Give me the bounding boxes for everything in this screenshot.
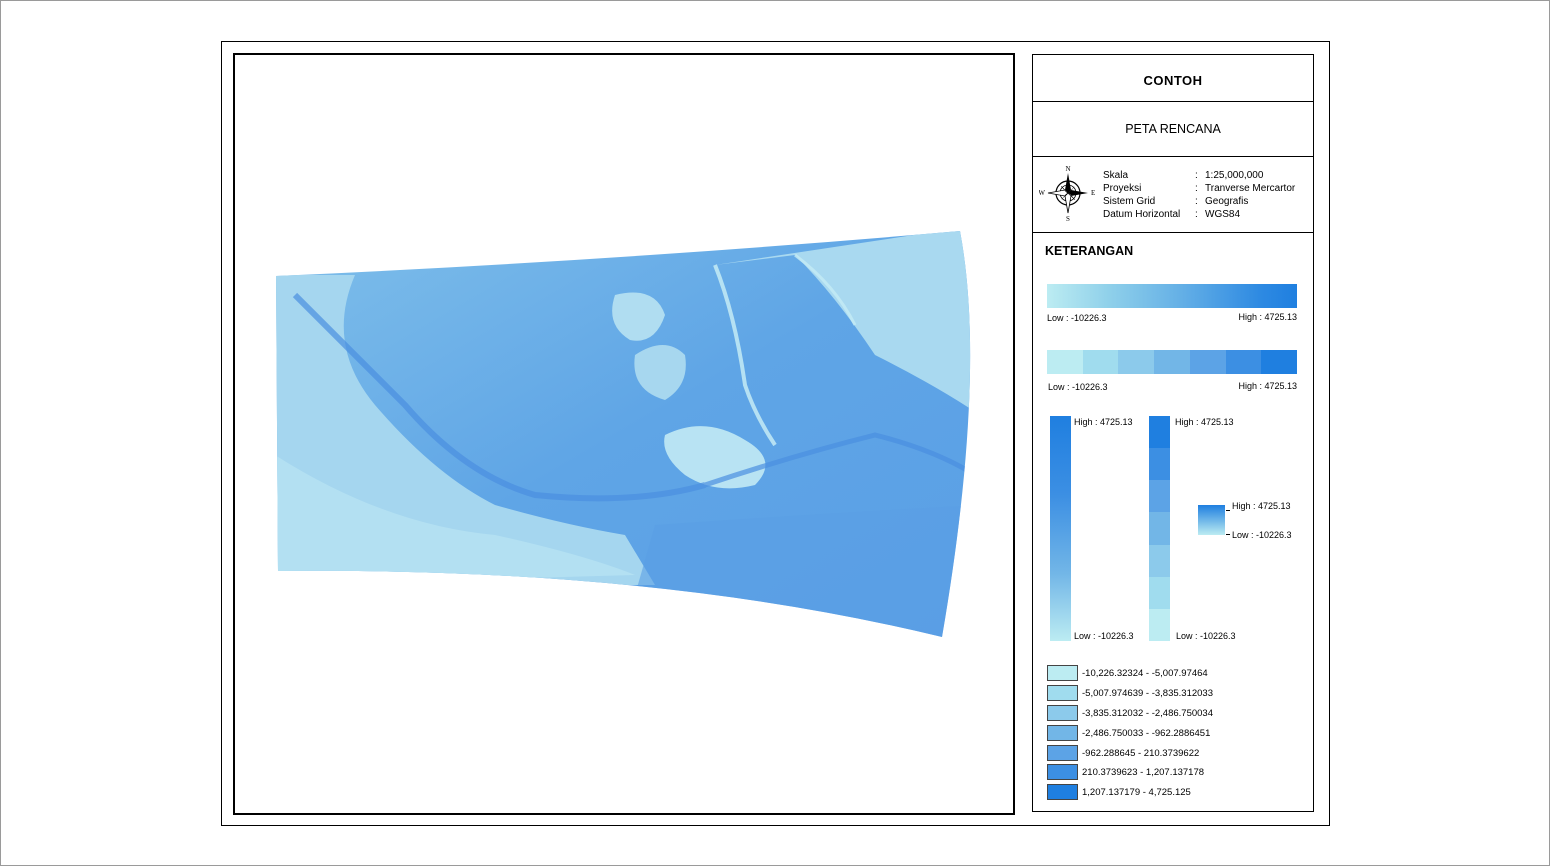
ramp2-low-label: Low : -10226.3 xyxy=(1048,382,1108,392)
vramp2-low-label: Low : -10226.3 xyxy=(1176,631,1236,641)
legend-class-row: -962.288645 - 210.3739622 xyxy=(1047,745,1199,761)
vramp1-low-label: Low : -10226.3 xyxy=(1074,631,1134,641)
map-info-table: Skala:1:25,000,000 Proyeksi: Tranverse Me… xyxy=(1103,169,1295,221)
class-swatch xyxy=(1047,725,1078,741)
vramp1-high-label: High : 4725.13 xyxy=(1074,417,1133,427)
map-title: CONTOH xyxy=(1143,73,1203,88)
map-frame[interactable] xyxy=(233,53,1015,815)
compass-e: E xyxy=(1091,189,1095,197)
mini-ramp-high-tick xyxy=(1226,510,1230,511)
legend-class-row: -10,226.32324 - -5,007.97464 xyxy=(1047,665,1208,681)
legend-ramp-stretched xyxy=(1047,284,1297,308)
map-subtitle: PETA RENCANA xyxy=(1125,122,1221,136)
legend-class-row: 210.3739623 - 1,207.137178 xyxy=(1047,764,1204,780)
mini-ramp-low-tick xyxy=(1226,534,1230,535)
class-swatch xyxy=(1047,685,1078,701)
info-row-sistem-grid: Sistem Grid: Geografis xyxy=(1103,196,1249,207)
title-section: CONTOH xyxy=(1033,55,1313,102)
ramp1-low-label: Low : -10226.3 xyxy=(1047,313,1107,323)
legend-class-row: -3,835.312032 - -2,486.750034 xyxy=(1047,705,1213,721)
north-arrow-compass-icon: N S E W xyxy=(1039,165,1095,223)
legend-class-row: -2,486.750033 - -962.2886451 xyxy=(1047,725,1210,741)
map-info-section: N S E W Skala:1:25,000,000 Proyeksi: Tran… xyxy=(1033,157,1313,233)
legend-ramp-classified xyxy=(1047,350,1298,374)
class-swatch xyxy=(1047,764,1078,780)
legend-vertical-ramp-classified xyxy=(1149,416,1170,641)
info-row-datum: Datum Horizontal: WGS84 xyxy=(1103,209,1241,220)
compass-s: S xyxy=(1066,215,1070,223)
bathymetry-map xyxy=(276,231,971,637)
legend-panel: CONTOH PETA RENCANA N S E W Skala:1:25,0… xyxy=(1032,54,1314,812)
deep-east xyxy=(635,505,971,637)
subtitle-section: PETA RENCANA xyxy=(1033,102,1313,157)
ramp2-high-label: High : 4725.13 xyxy=(1238,381,1297,391)
legend-vertical-ramp-stretched xyxy=(1050,416,1071,641)
ramp1-high-label: High : 4725.13 xyxy=(1238,312,1297,322)
class-swatch xyxy=(1047,705,1078,721)
mini-ramp-low-label: Low : -10226.3 xyxy=(1232,530,1292,540)
legend-heading: KETERANGAN xyxy=(1045,244,1134,258)
info-row-skala: Skala:1:25,000,000 xyxy=(1103,170,1264,181)
class-swatch xyxy=(1047,745,1078,761)
mini-ramp-high-label: High : 4725.13 xyxy=(1232,501,1291,511)
compass-n: N xyxy=(1065,165,1070,173)
info-row-proyeksi: Proyeksi: Tranverse Mercartor xyxy=(1103,183,1296,194)
vramp2-high-label: High : 4725.13 xyxy=(1175,417,1234,427)
legend-class-row: 1,207.137179 - 4,725.125 xyxy=(1047,784,1191,800)
legend-mini-ramp xyxy=(1198,505,1225,535)
compass-w: W xyxy=(1039,189,1045,197)
class-swatch xyxy=(1047,784,1078,800)
legend-class-row: -5,007.974639 - -3,835.312033 xyxy=(1047,685,1213,701)
class-swatch xyxy=(1047,665,1078,681)
